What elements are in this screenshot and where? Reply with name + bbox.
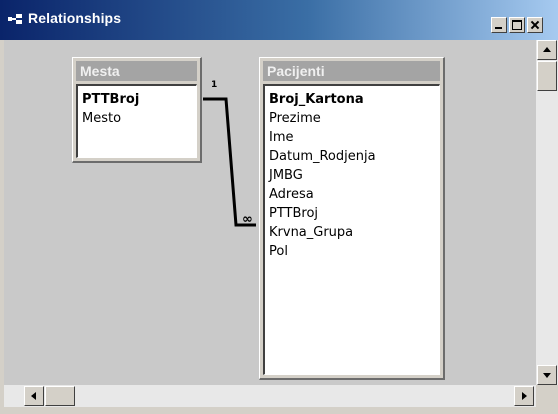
table-mesta-title[interactable]: Mesta bbox=[76, 61, 197, 81]
table-pacijenti-field-list[interactable]: Broj_Kartona Prezime Ime Datum_Rodjenja JMBG… bbox=[263, 84, 440, 375]
arrow-up-icon bbox=[543, 47, 551, 52]
field-item[interactable]: Mesto bbox=[82, 109, 196, 128]
table-pacijenti[interactable]: Pacijenti Broj_Kartona Prezime Ime Datum_Ro… bbox=[259, 57, 445, 380]
field-item[interactable]: PTTBroj bbox=[82, 90, 196, 109]
field-item[interactable]: Krvna_Grupa bbox=[269, 223, 439, 242]
many-side-label: ∞ bbox=[242, 212, 253, 227]
close-button[interactable] bbox=[527, 17, 543, 33]
vertical-scroll-thumb[interactable] bbox=[537, 61, 557, 91]
window-border bbox=[0, 407, 558, 414]
relationships-icon bbox=[8, 14, 22, 24]
table-mesta-field-list[interactable]: PTTBroj Mesto bbox=[76, 84, 197, 158]
scroll-left-button[interactable] bbox=[24, 386, 44, 406]
field-item[interactable]: Prezime bbox=[269, 109, 439, 128]
horizontal-scrollbar[interactable] bbox=[4, 385, 536, 407]
arrow-right-icon bbox=[522, 392, 527, 400]
scroll-up-button[interactable] bbox=[537, 40, 557, 60]
field-item[interactable]: JMBG bbox=[269, 166, 439, 185]
field-item[interactable]: Pol bbox=[269, 242, 439, 261]
arrow-left-icon bbox=[31, 392, 36, 400]
vertical-scrollbar[interactable] bbox=[536, 40, 558, 385]
one-side-label: 1 bbox=[211, 80, 218, 90]
field-item[interactable]: Broj_Kartona bbox=[269, 90, 439, 109]
field-item[interactable]: Datum_Rodjenja bbox=[269, 147, 439, 166]
minimize-button[interactable] bbox=[491, 17, 507, 33]
field-item[interactable]: Adresa bbox=[269, 185, 439, 204]
title-bar[interactable]: Relationships bbox=[0, 0, 558, 40]
window-title: Relationships bbox=[28, 10, 122, 26]
field-item[interactable]: PTTBroj bbox=[269, 204, 439, 223]
table-pacijenti-title[interactable]: Pacijenti bbox=[263, 61, 440, 81]
maximize-button[interactable] bbox=[509, 17, 525, 33]
horizontal-scroll-thumb[interactable] bbox=[45, 386, 75, 406]
scroll-right-button[interactable] bbox=[514, 386, 534, 406]
scroll-down-button[interactable] bbox=[537, 365, 557, 385]
table-mesta[interactable]: Mesta PTTBroj Mesto bbox=[72, 57, 202, 163]
relationships-canvas[interactable]: 1 ∞ Mesta PTTBroj Mesto Pacijenti Broj_Ka… bbox=[4, 40, 536, 385]
relationships-window: Relationships 1 ∞ Mesta PTTBroj Mesto Pac… bbox=[0, 0, 558, 414]
size-grip[interactable] bbox=[536, 385, 558, 407]
field-item[interactable]: Ime bbox=[269, 128, 439, 147]
arrow-down-icon bbox=[543, 373, 551, 378]
